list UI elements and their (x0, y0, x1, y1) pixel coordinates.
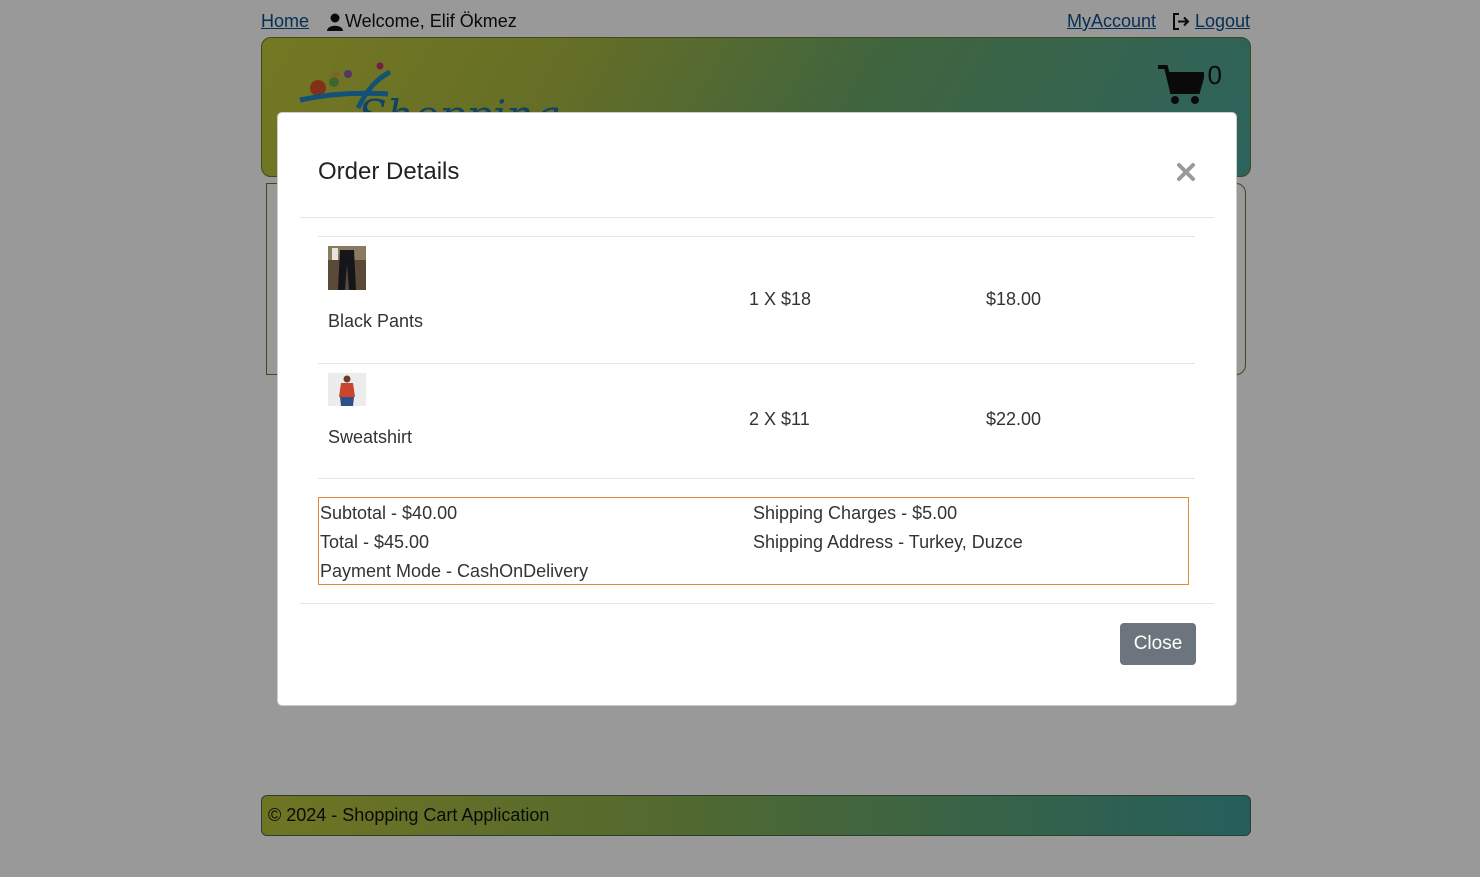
pants-thumbnail (328, 246, 366, 290)
payment-mode: Payment Mode - CashOnDelivery (320, 561, 589, 581)
item-quantity-price: 2 X $11 (749, 409, 810, 429)
header-divider (300, 217, 1214, 218)
item-amount: $22.00 (986, 409, 1042, 429)
subtotal: Subtotal - $40.00 (320, 503, 458, 523)
order-summary: Subtotal - $40.00 Shipping Charges - $5.… (318, 497, 1189, 585)
shipping-charges: Shipping Charges - $5.00 (753, 503, 958, 523)
sweatshirt-thumbnail (328, 373, 366, 406)
total: Total - $45.00 (320, 532, 430, 552)
row-divider (318, 478, 1195, 479)
modal-title: Order Details (318, 158, 460, 185)
close-icon[interactable] (1175, 161, 1197, 183)
table-row: Sweatshirt 2 X $11 $22.00 (318, 364, 1195, 478)
item-amount: $18.00 (986, 289, 1042, 309)
table-row: Black Pants 1 X $18 $18.00 (318, 237, 1195, 363)
item-name: Black Pants (328, 311, 424, 331)
footer-divider (300, 603, 1214, 604)
order-details-modal: Order Details Black Pants 1 X $18 $18.00… (277, 112, 1237, 706)
item-name: Sweatshirt (328, 427, 413, 447)
close-button[interactable]: Close (1120, 623, 1196, 665)
item-quantity-price: 1 X $18 (749, 289, 812, 309)
shipping-address: Shipping Address - Turkey, Duzce (753, 532, 1023, 552)
